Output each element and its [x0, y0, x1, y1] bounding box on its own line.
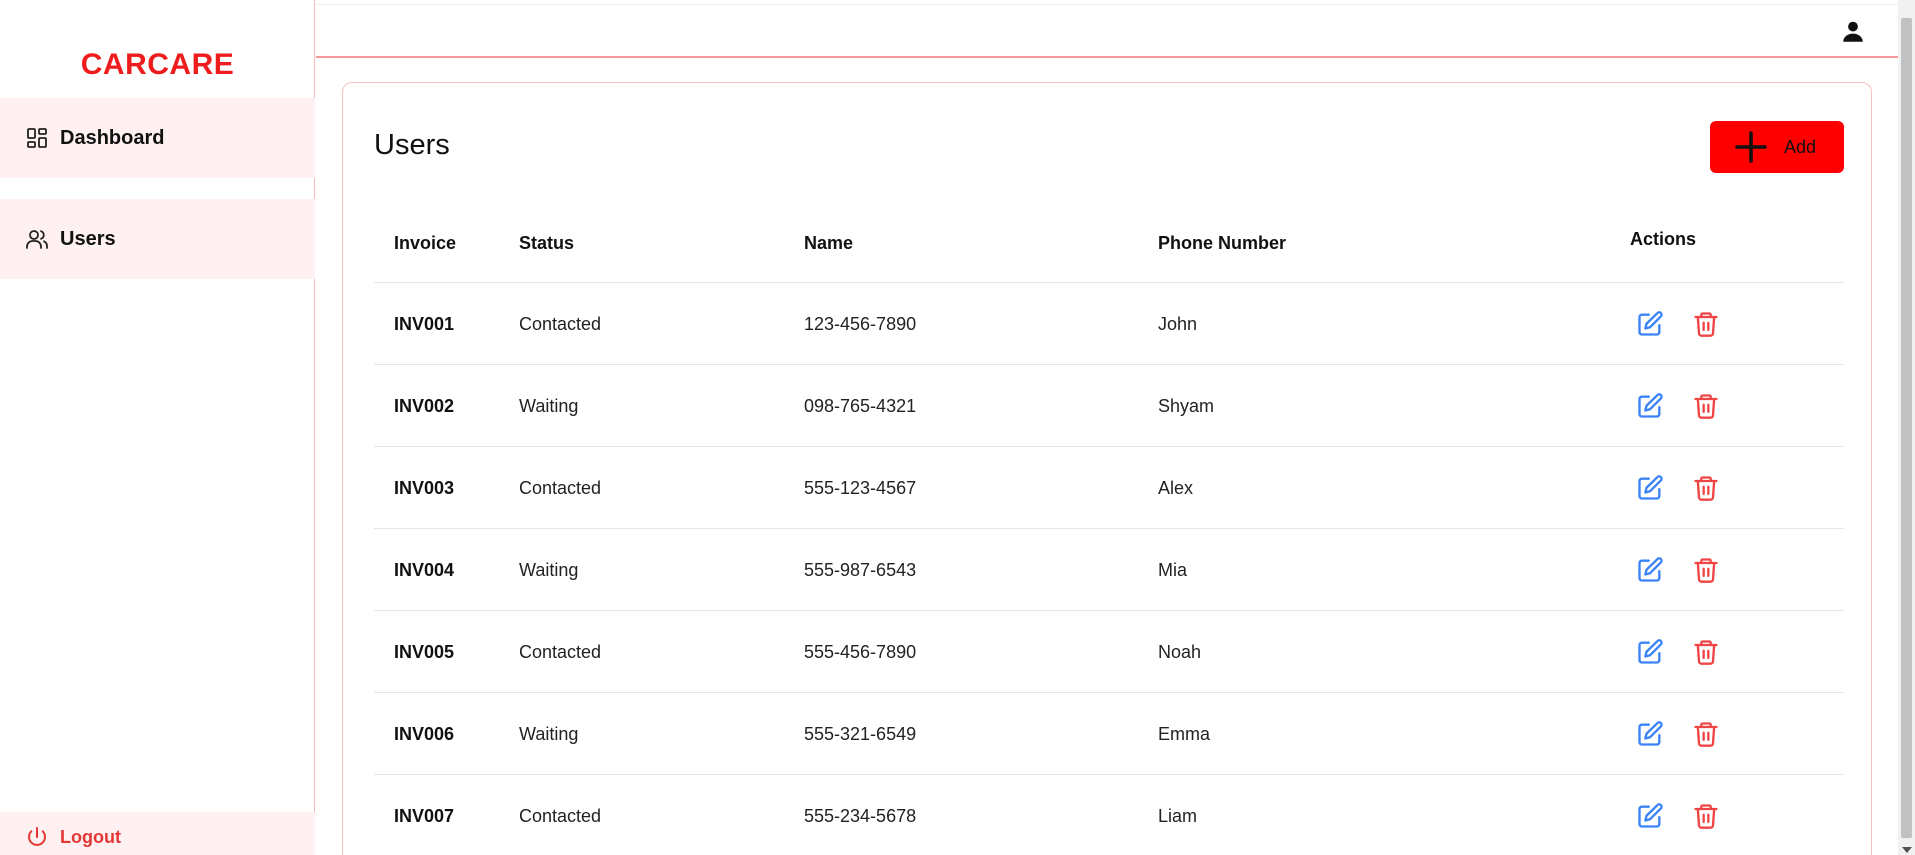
trash-icon[interactable] [1691, 555, 1721, 585]
table-body: INV001 Contacted 123-456-7890 John INV002 Wai… [374, 283, 1844, 855]
sidebar-item-label: Dashboard [60, 126, 165, 149]
dashboard-grid-icon [24, 125, 50, 151]
edit-icon[interactable] [1635, 801, 1665, 831]
cell-status: Waiting [519, 559, 579, 580]
cell-invoice: INV001 [394, 313, 455, 334]
cell-invoice: INV006 [394, 723, 455, 744]
cell-invoice: INV007 [394, 805, 455, 826]
table-row: INV004 Waiting 555-987-6543 Mia [374, 529, 1844, 611]
table-row: INV005 Contacted 555-456-7890 Noah [374, 611, 1844, 693]
edit-icon[interactable] [1635, 555, 1665, 585]
cell-actions [1635, 529, 1721, 611]
cell-actions [1635, 365, 1721, 447]
cell-status: Waiting [519, 395, 579, 416]
cell-phone: Emma [1158, 723, 1211, 744]
app-root: CARCARE Dashboard Users Logout Users Add… [0, 0, 1915, 855]
column-header-actions: Actions [1630, 229, 1697, 249]
sidebar-item-dashboard[interactable]: Dashboard [0, 98, 315, 178]
cell-name: 098-765-4321 [804, 395, 917, 416]
edit-icon[interactable] [1635, 719, 1665, 749]
cell-invoice: INV005 [394, 641, 455, 662]
cell-phone: Liam [1158, 805, 1198, 826]
column-header-phone: Phone Number [1158, 232, 1287, 253]
column-header-invoice: Invoice [394, 232, 457, 253]
cell-name: 555-234-5678 [804, 805, 917, 826]
sidebar-item-label: Users [60, 227, 116, 250]
table-row: INV003 Contacted 555-123-4567 Alex [374, 447, 1844, 529]
cell-phone: Mia [1158, 559, 1188, 580]
cell-status: Contacted [519, 805, 602, 826]
table-row: INV006 Waiting 555-321-6549 Emma [374, 693, 1844, 775]
plus-icon [1734, 130, 1768, 164]
table-row: INV002 Waiting 098-765-4321 Shyam [374, 365, 1844, 447]
edit-icon[interactable] [1635, 637, 1665, 667]
edit-icon[interactable] [1635, 309, 1665, 339]
cell-phone: John [1158, 313, 1198, 334]
trash-icon[interactable] [1691, 391, 1721, 421]
user-icon[interactable] [1840, 19, 1866, 45]
cell-invoice: INV002 [394, 395, 455, 416]
page-title: Users [374, 129, 450, 161]
cell-actions [1635, 447, 1721, 529]
cell-invoice: INV004 [394, 559, 455, 580]
brand-logo[interactable]: CARCARE [0, 48, 315, 82]
users-card: Users Add Invoice Status Name Phone Numb… [342, 82, 1872, 855]
cell-status: Contacted [519, 313, 602, 334]
trash-icon[interactable] [1691, 801, 1721, 831]
cell-name: 555-123-4567 [804, 477, 917, 498]
edit-icon[interactable] [1635, 473, 1665, 503]
cell-phone: Noah [1158, 641, 1202, 662]
trash-icon[interactable] [1691, 637, 1721, 667]
topbar [316, 4, 1898, 58]
cell-status: Contacted [519, 477, 602, 498]
sidebar: CARCARE Dashboard Users Logout [0, 0, 315, 855]
cell-name: 555-987-6543 [804, 559, 917, 580]
cell-actions [1635, 283, 1721, 365]
edit-icon[interactable] [1635, 391, 1665, 421]
cell-name: 555-456-7890 [804, 641, 917, 662]
cell-name: 555-321-6549 [804, 723, 917, 744]
power-icon [24, 824, 50, 850]
add-user-button[interactable]: Add [1710, 121, 1844, 173]
page-scrollbar[interactable] [1898, 0, 1915, 855]
logout-button[interactable]: Logout [0, 812, 315, 855]
add-button-label: Add [1784, 136, 1817, 157]
scroll-down-arrow-icon[interactable] [1902, 847, 1912, 853]
cell-name: 123-456-7890 [804, 313, 917, 334]
table-row: INV007 Contacted 555-234-5678 Liam [374, 775, 1844, 855]
cell-status: Waiting [519, 723, 579, 744]
cell-actions [1635, 775, 1721, 855]
cell-phone: Shyam [1158, 395, 1215, 416]
cell-actions [1635, 693, 1721, 775]
users-icon [24, 226, 50, 252]
users-table: Invoice Status Name Phone Number Actions… [374, 203, 1844, 855]
trash-icon[interactable] [1691, 719, 1721, 749]
column-header-status: Status [519, 232, 575, 253]
sidebar-item-users[interactable]: Users [0, 199, 315, 279]
column-header-name: Name [804, 232, 854, 253]
logout-label: Logout [60, 826, 121, 847]
scrollbar-thumb[interactable] [1901, 18, 1912, 838]
trash-icon[interactable] [1691, 473, 1721, 503]
cell-actions [1635, 611, 1721, 693]
cell-phone: Alex [1158, 477, 1194, 498]
trash-icon[interactable] [1691, 309, 1721, 339]
table-row: INV001 Contacted 123-456-7890 John [374, 283, 1844, 365]
table-header: Invoice Status Name Phone Number Actions [374, 203, 1844, 283]
cell-invoice: INV003 [394, 477, 455, 498]
cell-status: Contacted [519, 641, 602, 662]
